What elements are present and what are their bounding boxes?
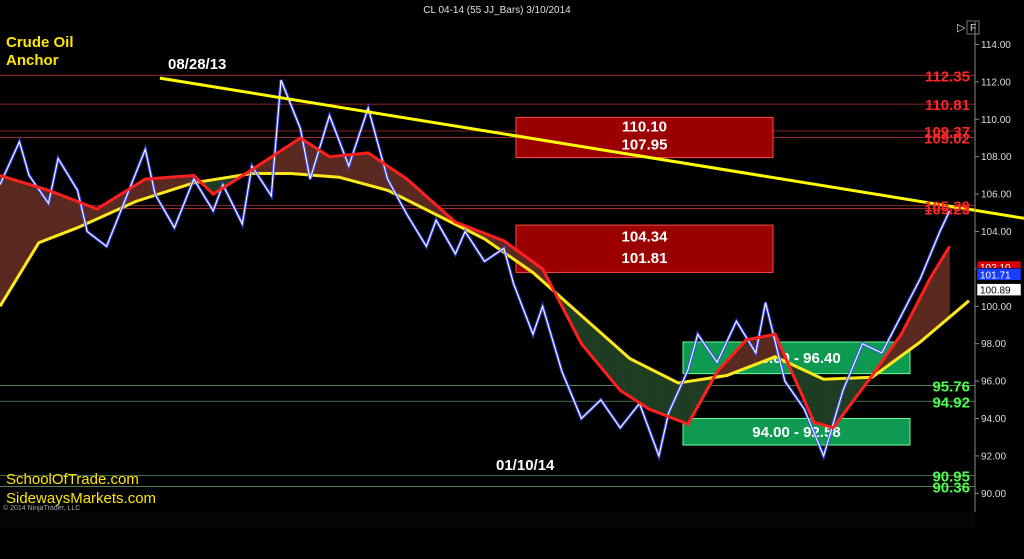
ma-ribbon-segment [653, 370, 660, 414]
ma-ribbon-segment [4, 176, 10, 300]
ma-ribbon-segment [765, 335, 771, 361]
ma-ribbon-segment [334, 155, 340, 178]
ma-ribbon-segment [818, 376, 824, 426]
ma-ribbon-segment [363, 152, 369, 186]
y-tick-label: 110.00 [981, 115, 1011, 126]
y-tick-label: 90.00 [981, 489, 1006, 500]
zone-bottom-label: 107.95 [622, 137, 668, 154]
ma-ribbon-segment [619, 349, 626, 394]
ma-ribbon-segment [649, 368, 655, 412]
chart-heading-line2: Anchor [6, 52, 59, 69]
ma-ribbon-segment [67, 197, 73, 232]
ma-ribbon-segment [62, 195, 69, 234]
level-label: 112.35 [925, 68, 970, 85]
ma-ribbon-segment [14, 179, 20, 284]
ma-ribbon-segment [72, 199, 78, 230]
ma-ribbon-segment [329, 155, 335, 178]
price-tag-label: 101.71 [980, 270, 1011, 281]
ma-ribbon-segment [19, 181, 25, 276]
ma-ribbon-segment [939, 253, 945, 326]
ma-ribbon-segment [634, 360, 640, 404]
y-tick-label: 94.00 [981, 414, 1006, 425]
ma-ribbon-segment [28, 184, 35, 260]
ma-ribbon-segment [624, 353, 631, 398]
y-tick-label: 108.00 [981, 152, 1012, 163]
y-tick-label: 114.00 [981, 40, 1011, 51]
ma-ribbon-segment [658, 372, 664, 416]
ma-ribbon-segment [813, 374, 820, 424]
ma-ribbon-segment [358, 153, 364, 185]
ma-ribbon-segment [629, 358, 635, 401]
ma-ribbon-segment [353, 153, 359, 183]
ma-ribbon-segment [0, 175, 6, 307]
chart-window: 110.10 107.95 104.34 101.81 98.09 - 96.40 94.… [0, 0, 1024, 554]
zone-bottom-label: 101.81 [622, 250, 668, 267]
level-label: 95.76 [932, 379, 970, 396]
ma-ribbon-segment [53, 191, 59, 238]
ma-ribbon-segment [760, 335, 766, 363]
copyright-label: © 2014 NinjaTrader, LLC [3, 504, 80, 512]
ma-ribbon-segment [682, 381, 689, 425]
ma-ribbon-segment [295, 137, 301, 175]
ma-ribbon-segment [57, 193, 64, 236]
level-label: 109.02 [924, 131, 970, 148]
website-label-1: SchoolOfTrade.com [6, 471, 139, 488]
ma-ribbon-segment [934, 261, 941, 330]
ma-ribbon-segment [944, 245, 950, 322]
zone-top-label: 104.34 [622, 229, 669, 246]
time-axis-strip [0, 512, 975, 528]
y-tick-label: 100.00 [981, 302, 1012, 313]
ma-ribbon-segment [368, 152, 374, 187]
ma-ribbon-segment [33, 185, 39, 252]
price-tag-label: 100.89 [980, 286, 1011, 297]
y-tick-label: 104.00 [981, 227, 1012, 238]
anchor-date-label: 08/28/13 [168, 56, 226, 73]
ma-ribbon-segment [663, 375, 669, 417]
low-date-label: 01/10/14 [496, 457, 555, 474]
ma-ribbon-segment [145, 178, 151, 199]
y-tick-label: 106.00 [981, 190, 1012, 201]
ma-ribbon-segment [639, 363, 645, 407]
ma-ribbon-segment [823, 378, 829, 427]
zone-top-label: 110.10 [622, 118, 667, 135]
chart-heading-line1: Crude Oil [6, 34, 74, 51]
y-tick-label: 92.00 [981, 451, 1006, 462]
y-tick-label: 96.00 [981, 377, 1006, 388]
ma-ribbon-segment [644, 365, 650, 410]
window-title: CL 04-14 (55 JJ_Bars) 3/10/2014 [423, 5, 571, 16]
level-label: 110.81 [925, 97, 970, 114]
level-label: 105.23 [924, 201, 970, 218]
ma-ribbon-segment [290, 140, 296, 175]
price-chart[interactable]: 110.10107.95104.34101.8198.09 - 96.4094.… [0, 0, 1024, 554]
y-tick-label: 112.00 [981, 77, 1011, 88]
y-tick-label: 98.00 [981, 339, 1006, 350]
ma-ribbon-segment [338, 155, 345, 179]
f-button[interactable]: F [970, 23, 976, 34]
level-label: 90.36 [932, 480, 970, 497]
ma-ribbon-segment [9, 178, 15, 292]
ma-ribbon-segment [24, 182, 30, 268]
ma-ribbon-segment [372, 155, 379, 188]
level-label: 94.92 [932, 394, 970, 411]
